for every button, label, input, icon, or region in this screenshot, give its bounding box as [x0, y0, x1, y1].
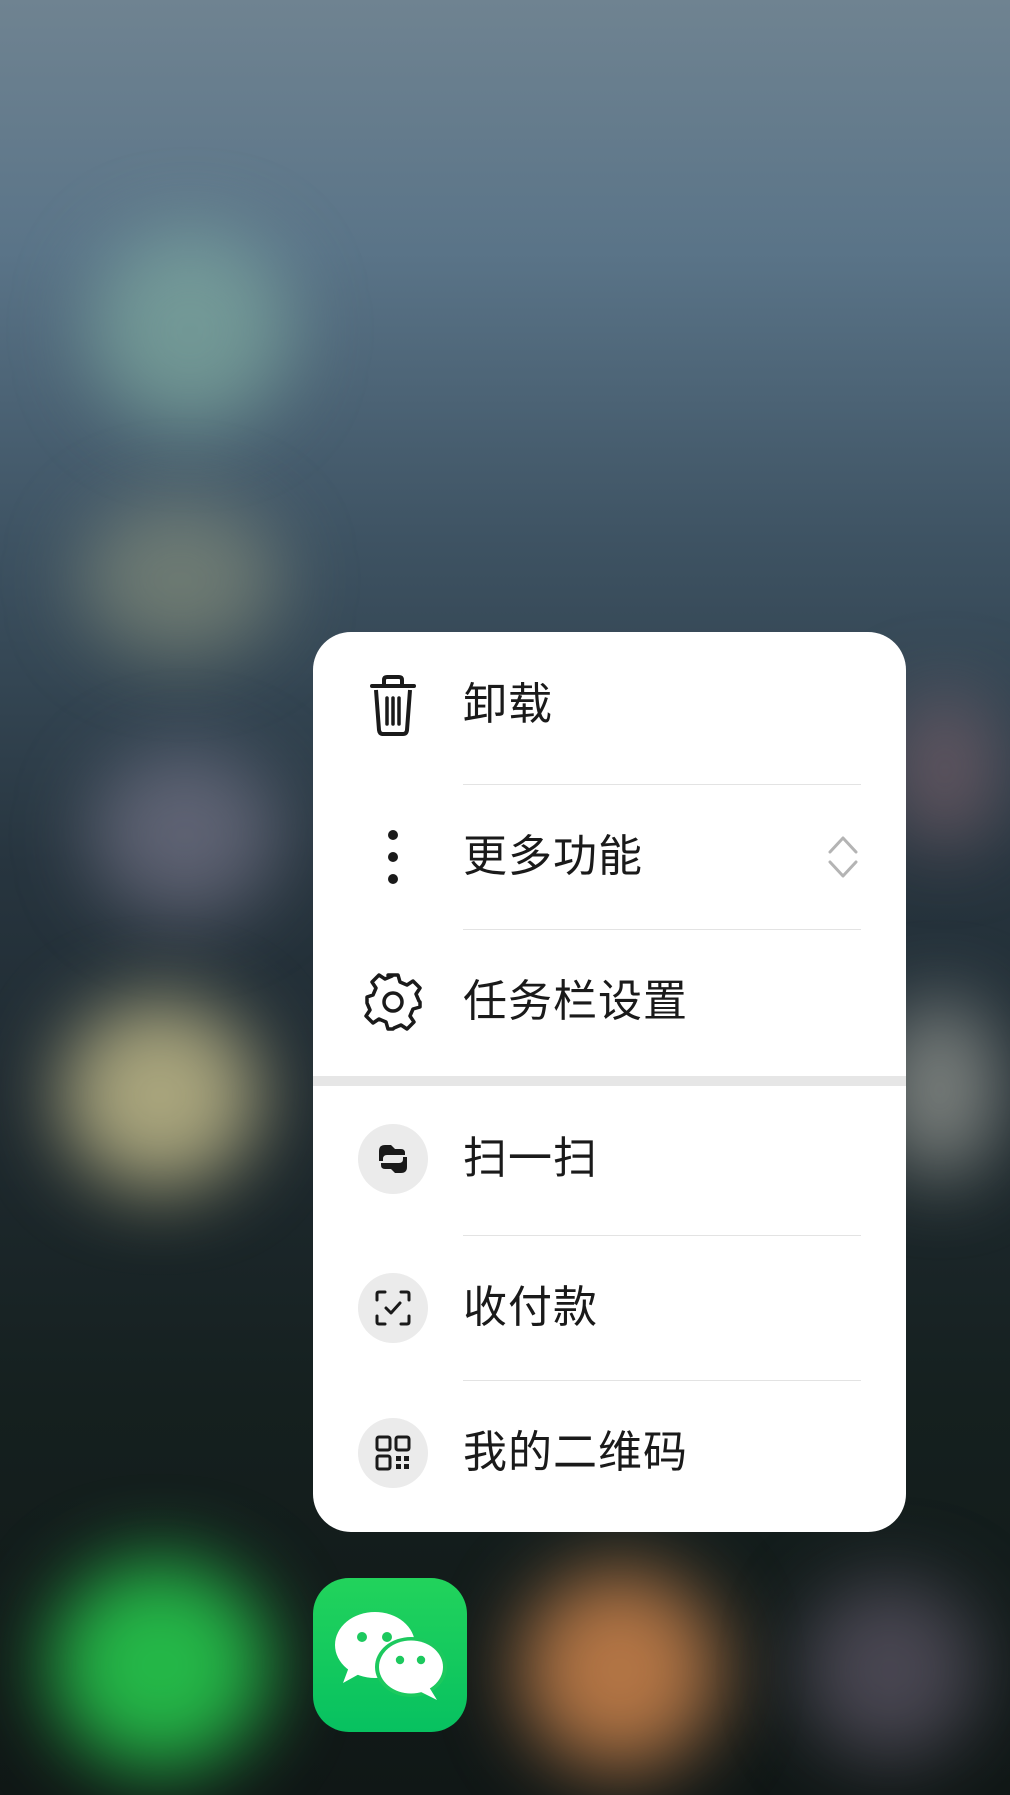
context-menu: 卸载 更多功能 任务栏设置 扫一扫 收付款 我的二维码: [313, 632, 906, 1532]
blurred-app-blob: [90, 230, 290, 430]
shortcut-label: 收付款: [463, 1282, 598, 1333]
expand-chevrons-icon: [828, 836, 858, 878]
menu-item-label: 更多功能: [463, 831, 643, 882]
blurred-dock-blob: [50, 1560, 270, 1770]
blurred-dock-blob: [800, 1580, 980, 1760]
more-vertical-icon: [358, 822, 428, 892]
blurred-app-blob: [90, 750, 280, 920]
home-screen-blurred: 卸载 更多功能 任务栏设置 扫一扫 收付款 我的二维码: [0, 0, 1010, 1795]
shortcut-my-qr-code[interactable]: 我的二维码: [313, 1380, 906, 1525]
shortcut-scan[interactable]: 扫一扫: [313, 1086, 906, 1231]
menu-item-taskbar-settings[interactable]: 任务栏设置: [313, 929, 906, 1074]
trash-icon: [358, 670, 428, 740]
wechat-app-icon[interactable]: [313, 1578, 467, 1732]
group-separator: [313, 1076, 906, 1086]
blurred-dock-blob: [520, 1570, 720, 1770]
scan-icon: [358, 1124, 428, 1194]
blurred-app-blob: [80, 500, 280, 660]
gear-icon: [358, 967, 428, 1037]
menu-item-label: 任务栏设置: [463, 976, 688, 1027]
shortcut-label: 我的二维码: [463, 1427, 688, 1478]
menu-item-uninstall[interactable]: 卸载: [313, 632, 906, 777]
menu-item-label: 卸载: [463, 679, 553, 730]
payment-icon: [358, 1273, 428, 1343]
shortcut-label: 扫一扫: [463, 1133, 598, 1184]
wechat-icon: [335, 1612, 447, 1700]
blurred-app-blob: [60, 1000, 260, 1190]
shortcut-payment[interactable]: 收付款: [313, 1235, 906, 1380]
qr-code-icon: [358, 1418, 428, 1488]
blurred-app-blob: [890, 690, 1000, 850]
menu-item-more-features[interactable]: 更多功能: [313, 784, 906, 929]
